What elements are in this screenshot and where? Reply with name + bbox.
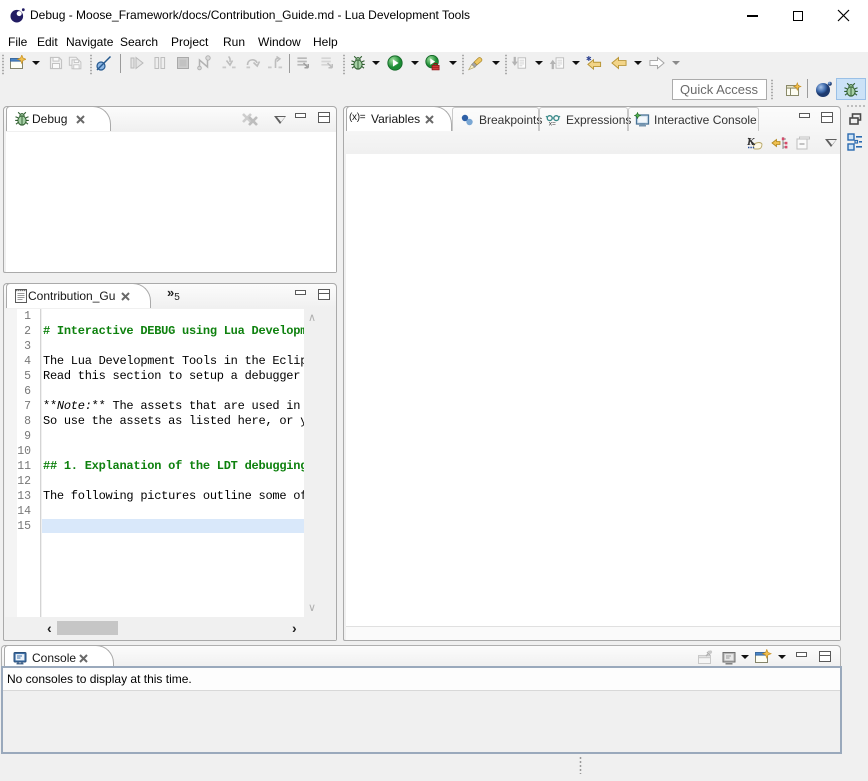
svg-text:K: K (746, 136, 755, 148)
svg-text:x=: x= (549, 121, 556, 128)
